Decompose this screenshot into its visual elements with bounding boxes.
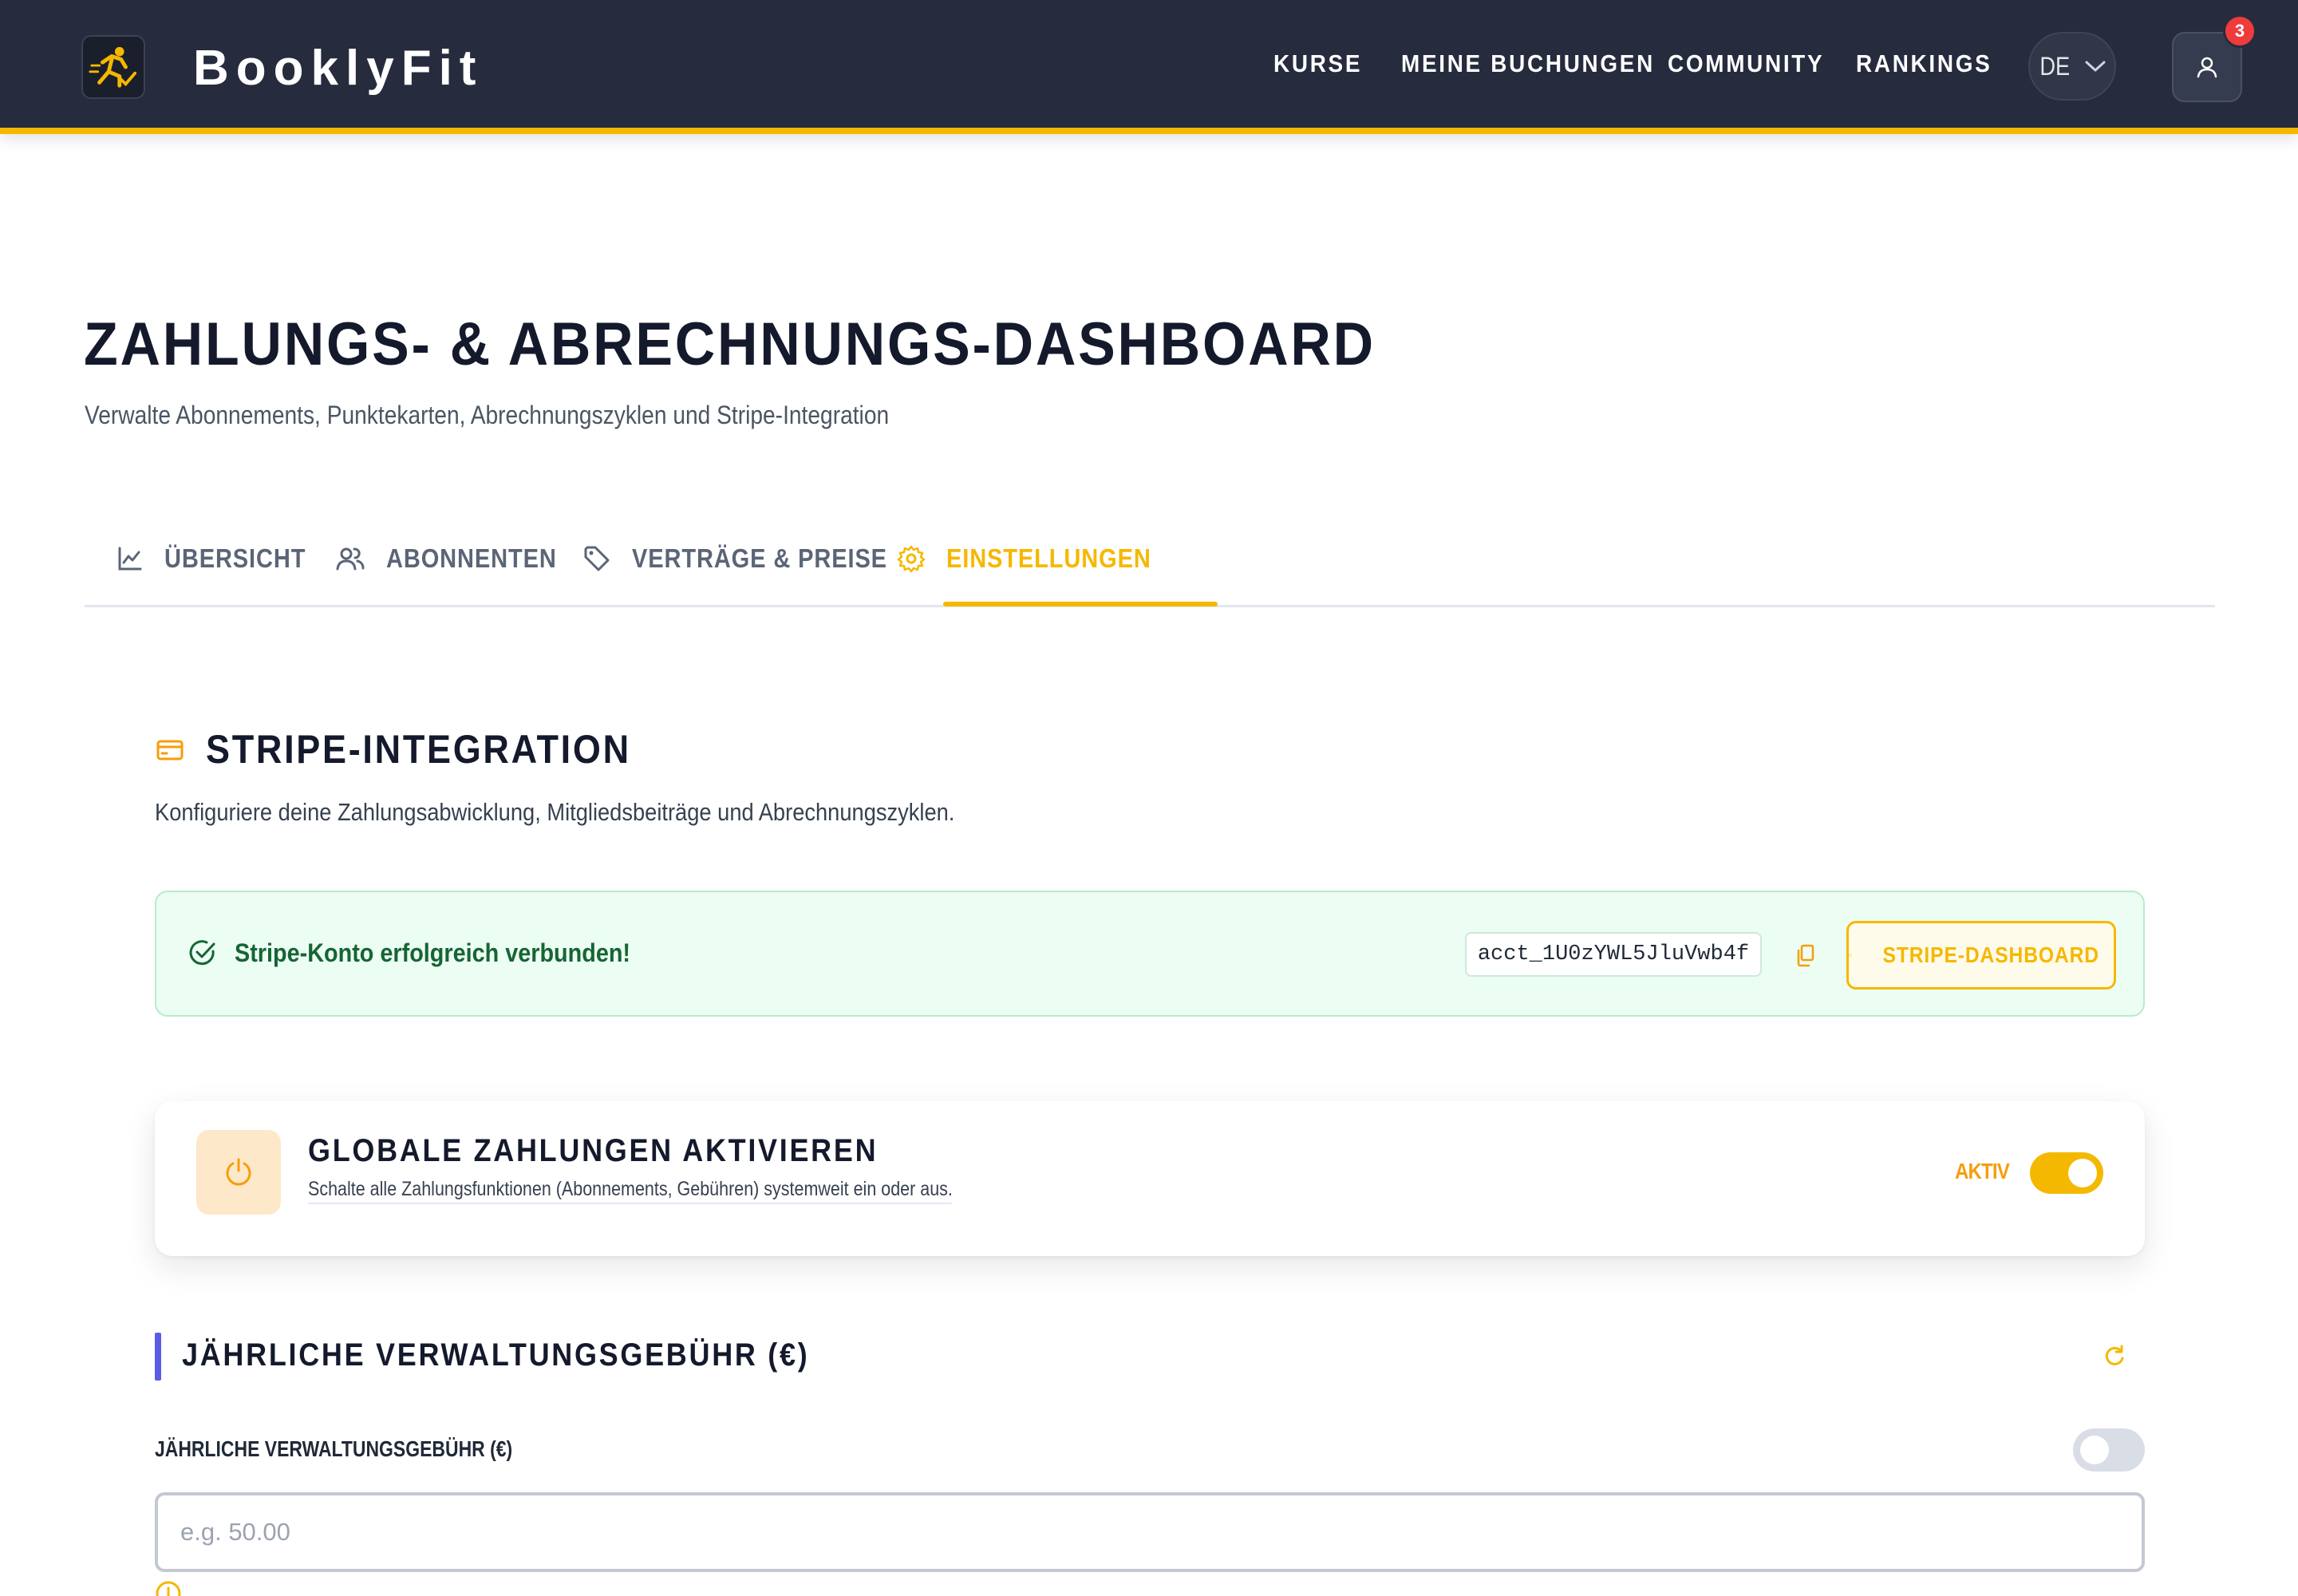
language-value: DE <box>2039 51 2070 81</box>
check-circle-icon <box>189 940 215 966</box>
language-select[interactable]: DE <box>2028 32 2116 101</box>
tab-label: ÜBERSICHT <box>164 543 306 573</box>
active-tab-indicator <box>943 602 1218 606</box>
tab-einstellungen[interactable]: EINSTELLUNGEN <box>897 539 1179 578</box>
annual-fee-field-label: JÄHRLICHE VERWALTUNGSGEBÜHR (€) <box>155 1436 513 1461</box>
global-payments-description: Schalte alle Zahlungsfunktionen (Abonnem… <box>308 1178 953 1204</box>
chevron-down-icon <box>2085 61 2106 72</box>
annual-fee-toggle[interactable] <box>2073 1428 2145 1472</box>
tab-uebersicht[interactable]: ÜBERSICHT <box>116 539 326 578</box>
notification-badge[interactable]: 3 <box>2223 14 2257 48</box>
nav-kurse[interactable]: KURSE <box>1273 49 1362 85</box>
toggle-knob <box>2068 1159 2097 1187</box>
page-title: ZAHLUNGS- & ABRECHNUNGS-DASHBOARD <box>84 310 1376 378</box>
annual-fee-section-title: JÄHRLICHE VERWALTUNGSGEBÜHR (€) <box>182 1337 810 1373</box>
toggle-knob <box>2080 1436 2109 1464</box>
annual-fee-input[interactable] <box>155 1492 2145 1572</box>
user-icon <box>2197 57 2217 78</box>
users-icon <box>336 547 365 571</box>
nav-meine-buchungen[interactable]: MEINE BUCHUNGEN <box>1401 49 1655 85</box>
global-payments-card: GLOBALE ZAHLUNGEN AKTIVIEREN Schalte all… <box>155 1101 2145 1256</box>
tag-icon <box>584 546 610 571</box>
power-icon <box>226 1158 251 1186</box>
stripe-dashboard-button[interactable]: STRIPE-DASHBOARD <box>1846 921 2116 990</box>
tab-label: EINSTELLUNGEN <box>946 543 1151 573</box>
power-icon-box <box>196 1130 281 1215</box>
page-subtitle: Verwalte Abonnements, Punktekarten, Abre… <box>85 401 890 429</box>
tab-label: ABONNENTEN <box>386 543 557 573</box>
stripe-dashboard-label: STRIPE-DASHBOARD <box>1882 942 2099 967</box>
tab-vertraege-preise[interactable]: VERTRÄGE & PREISE <box>582 539 922 578</box>
copy-icon <box>1797 944 1814 967</box>
credit-card-icon <box>156 740 184 760</box>
stripe-connected-banner: Stripe-Konto erfolgreich verbunden! acct… <box>155 891 2145 1017</box>
stripe-section-description: Konfiguriere deine Zahlungsabwicklung, M… <box>155 798 955 826</box>
global-payments-toggle[interactable] <box>2030 1152 2103 1194</box>
external-link-icon <box>1849 954 1852 957</box>
chart-line-icon <box>118 547 142 571</box>
gear-icon <box>897 545 926 573</box>
section-accent-bar <box>155 1333 161 1381</box>
reset-icon[interactable] <box>2102 1344 2127 1369</box>
runner-logo-icon[interactable] <box>81 35 145 99</box>
tab-label: VERTRÄGE & PREISE <box>632 543 887 573</box>
stripe-status-text: Stripe-Konto erfolgreich verbunden! <box>235 938 631 967</box>
brand-name[interactable]: BooklyFit <box>193 40 483 97</box>
info-icon <box>156 1581 181 1596</box>
global-payments-title: GLOBALE ZAHLUNGEN AKTIVIEREN <box>308 1133 879 1168</box>
tab-abonnenten[interactable]: ABONNENTEN <box>335 539 580 578</box>
nav-community[interactable]: COMMUNITY <box>1668 49 1824 85</box>
stripe-account-id[interactable]: acct_1U0zYWL5JluVwb4f <box>1465 932 1762 977</box>
top-navbar: BooklyFit KURSE MEINE BUCHUNGEN COMMUNIT… <box>0 0 2298 134</box>
stripe-section-title: STRIPE-INTEGRATION <box>206 727 631 772</box>
copy-button[interactable] <box>1789 940 1821 972</box>
global-payments-status: AKTIV <box>1955 1159 2010 1183</box>
nav-rankings[interactable]: RANKINGS <box>1856 49 1992 85</box>
